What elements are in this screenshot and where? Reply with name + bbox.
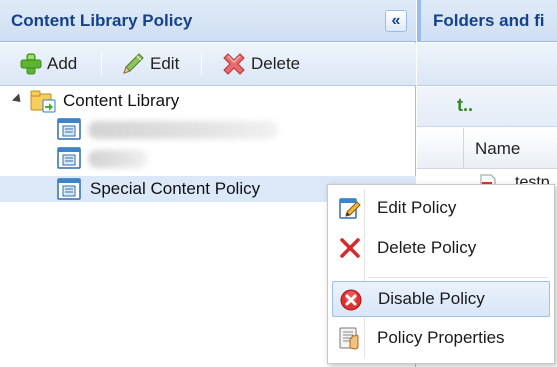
edit-policy-icon <box>339 198 361 219</box>
toolbar-separator <box>101 53 102 75</box>
tree-node-policy[interactable] <box>0 116 416 142</box>
policy-icon <box>57 147 81 169</box>
navigation-toolbar: t.. <box>417 87 557 127</box>
policy-icon <box>57 118 81 140</box>
right-toolbar <box>417 43 557 86</box>
add-plus-icon <box>20 53 42 75</box>
menu-separator <box>368 277 548 278</box>
delete-x-icon <box>223 53 245 75</box>
edit-button[interactable]: Edit <box>120 51 179 77</box>
toolbar-separator <box>201 53 202 75</box>
up-folder-button[interactable]: t.. <box>457 95 473 116</box>
add-button-label: Add <box>47 54 78 73</box>
tree-node-label: Special Content Policy <box>90 179 261 198</box>
add-button[interactable]: Add <box>19 51 77 77</box>
column-header-name[interactable]: Name <box>475 139 520 159</box>
pencil-icon <box>123 53 144 74</box>
properties-icon <box>339 327 359 350</box>
menu-item-policy-properties[interactable]: Policy Properties <box>332 320 550 356</box>
collapse-panel-button[interactable]: « <box>385 10 407 32</box>
panel-header: Content Library Policy « <box>0 0 416 42</box>
expand-arrow-icon[interactable] <box>11 93 25 106</box>
tree-node-content-library[interactable]: Content Library <box>0 88 416 114</box>
redacted-label <box>88 121 278 139</box>
delete-button-label: Delete <box>251 54 301 73</box>
tree-node-policy[interactable] <box>0 145 416 171</box>
menu-item-delete-policy[interactable]: Delete Policy <box>332 230 550 266</box>
menu-item-label: Disable Policy <box>378 289 485 308</box>
grid-header: Name <box>417 128 557 169</box>
delete-x-icon <box>340 238 360 258</box>
policy-toolbar: Add Edit Delete <box>0 43 416 86</box>
menu-item-disable-policy[interactable]: Disable Policy <box>332 281 550 317</box>
library-folder-icon <box>30 90 56 113</box>
tree-node-label: Content Library <box>63 91 180 110</box>
right-panel-title: Folders and fi <box>433 11 545 30</box>
policy-context-menu: Edit Policy Delete Policy Disable Policy… <box>327 184 555 364</box>
policy-icon <box>57 178 81 200</box>
menu-item-edit-policy[interactable]: Edit Policy <box>332 190 550 226</box>
edit-button-label: Edit <box>150 54 180 73</box>
right-panel-header: Folders and fi <box>417 0 557 42</box>
delete-button[interactable]: Delete <box>221 51 300 77</box>
menu-item-label: Edit Policy <box>377 198 457 217</box>
menu-item-label: Delete Policy <box>377 238 477 257</box>
menu-item-label: Policy Properties <box>377 328 505 347</box>
disable-icon <box>340 289 362 311</box>
panel-title: Content Library Policy <box>11 11 193 30</box>
column-divider <box>463 128 464 169</box>
redacted-label <box>88 150 148 168</box>
